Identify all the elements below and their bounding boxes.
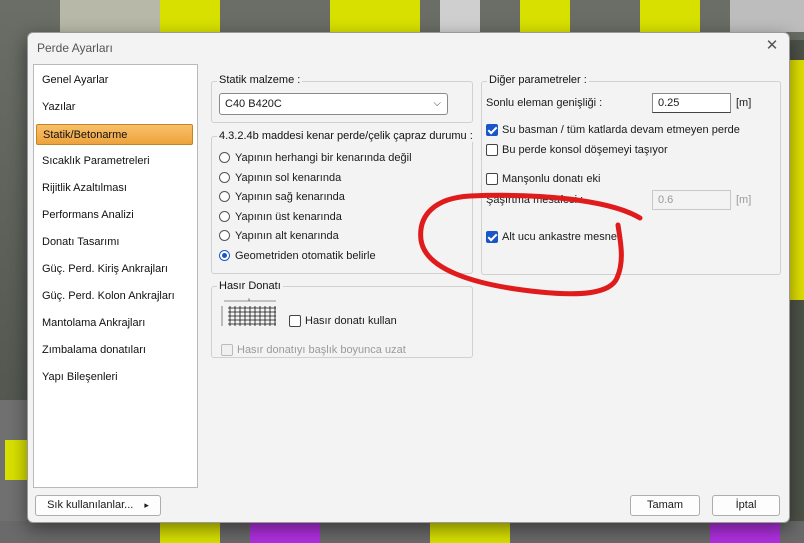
sidebar-item[interactable]: Sıcaklık Parametreleri	[36, 151, 193, 172]
static-material-label: Statik malzeme :	[217, 74, 303, 86]
fe-width-value: 0.25	[658, 97, 680, 109]
alt-ucu-checkbox[interactable]: Alt ucu ankastre mesnet	[486, 229, 620, 245]
edge-position-radio[interactable]: Yapının alt kenarında	[219, 228, 339, 244]
su-basman-label: Su basman / tüm katlarda devam etmeyen p…	[502, 124, 740, 136]
sidebar-item[interactable]: Güç. Perd. Kiriş Ankrajları	[36, 259, 193, 280]
sidebar-item[interactable]: Güç. Perd. Kolon Ankrajları	[36, 286, 193, 307]
radio-dot	[219, 230, 230, 241]
sidebar-item[interactable]: Yazılar	[36, 97, 193, 118]
spacing-input[interactable]: 0.6	[652, 190, 731, 210]
edge-position-label: 4.3.2.4b maddesi kenar perde/çelik çapra…	[217, 130, 475, 142]
close-icon[interactable]: ✕	[763, 37, 781, 55]
sidebar-item[interactable]: Donatı Tasarımı	[36, 232, 193, 253]
sidebar-nav: Genel Ayarlar Yazılar Statik/Betonarme Sıca…	[33, 64, 198, 488]
static-material-value: C40 B420C	[225, 98, 282, 110]
settings-dialog: Perde Ayarları ✕ Genel Ayarlar Yazılar Sta…	[27, 32, 790, 523]
favorites-button[interactable]: Sık kullanılanlar... ▸	[35, 495, 161, 516]
static-material-select[interactable]: C40 B420C ⌵	[219, 93, 448, 115]
edge-position-radio[interactable]: Yapının sağ kenarında	[219, 189, 345, 205]
sidebar-item[interactable]: Yapı Bileşenleri	[36, 367, 193, 388]
extend-mesh-label: Hasır donatıyı başlık boyunca uzat	[237, 344, 406, 356]
konsol-box	[486, 144, 498, 156]
radio-dot	[219, 249, 230, 261]
konsol-checkbox[interactable]: Bu perde konsol döşemeyi taşıyor	[486, 142, 668, 158]
main-panel: Statik malzeme : C40 B420C ⌵ 4.3.2.4b ma…	[211, 64, 781, 484]
cancel-button[interactable]: İptal	[712, 495, 780, 516]
ok-button[interactable]: Tamam	[630, 495, 700, 516]
chevron-right-icon: ▸	[144, 500, 149, 510]
svg-text:0: 0	[248, 298, 251, 302]
use-mesh-checkbox[interactable]: Hasır donatı kullan	[289, 313, 397, 329]
radio-dot	[219, 152, 230, 163]
mesh-icon: 0	[221, 298, 276, 326]
window-title: Perde Ayarları	[37, 41, 113, 55]
alt-ucu-box	[486, 231, 498, 243]
radio-label: Yapının üst kenarında	[235, 210, 342, 223]
radio-label: Geometriden otomatik belirle	[235, 249, 376, 262]
mansonlu-box	[486, 173, 498, 185]
spacing-value: 0.6	[658, 194, 674, 206]
spacing-unit: [m]	[736, 194, 752, 206]
radio-label: Yapının sol kenarında	[235, 171, 342, 184]
su-basman-checkbox[interactable]: Su basman / tüm katlarda devam etmeyen p…	[486, 122, 740, 138]
sidebar-item[interactable]: Zımbalama donatıları	[36, 340, 193, 361]
use-mesh-box	[289, 315, 301, 327]
title-bar: Perde Ayarları ✕	[28, 33, 789, 61]
chevron-down-icon: ⌵	[433, 98, 441, 109]
fe-width-unit: [m]	[736, 97, 752, 109]
sidebar-item[interactable]: Statik/Betonarme	[36, 124, 193, 145]
other-params-label: Diğer parametreler :	[487, 74, 589, 86]
konsol-label: Bu perde konsol döşemeyi taşıyor	[502, 144, 668, 156]
favorites-label: Sık kullanılanlar...	[47, 499, 134, 511]
sidebar-item[interactable]: Rijitlik Azaltılması	[36, 178, 193, 199]
su-basman-box	[486, 124, 498, 136]
fe-width-input[interactable]: 0.25	[652, 93, 731, 113]
edge-position-radio[interactable]: Yapının herhangi bir kenarında değil	[219, 150, 412, 166]
cancel-label: İptal	[735, 499, 757, 511]
mansonlu-checkbox[interactable]: Manşonlu donatı eki	[486, 171, 600, 187]
edge-position-radio[interactable]: Yapının üst kenarında	[219, 209, 342, 225]
alt-ucu-label: Alt ucu ankastre mesnet	[502, 231, 621, 243]
sidebar-item[interactable]: Performans Analizi	[36, 205, 193, 226]
extend-mesh-box	[221, 344, 233, 356]
radio-label: Yapının sağ kenarında	[235, 191, 345, 203]
radio-dot	[219, 210, 230, 222]
ok-label: Tamam	[646, 499, 684, 511]
use-mesh-label: Hasır donatı kullan	[305, 315, 397, 327]
radio-dot	[219, 171, 230, 183]
extend-mesh-checkbox[interactable]: Hasır donatıyı başlık boyunca uzat	[221, 342, 406, 358]
sidebar-item[interactable]: Genel Ayarlar	[36, 70, 193, 91]
radio-label: Yapının herhangi bir kenarında değil	[235, 152, 412, 164]
edge-position-radio[interactable]: Geometriden otomatik belirle	[219, 248, 376, 264]
fe-width-label: Sonlu eleman genişliği :	[486, 97, 603, 109]
radio-dot	[219, 191, 230, 202]
spacing-label: Şaşırtma mesafesi :	[486, 194, 584, 206]
mesh-reinforcement-label: Hasır Donatı	[217, 280, 283, 292]
edge-position-radio[interactable]: Yapının sol kenarında	[219, 170, 341, 186]
radio-label: Yapının alt kenarında	[235, 230, 339, 242]
sidebar-item[interactable]: Mantolama Ankrajları	[36, 313, 193, 334]
mansonlu-label: Manşonlu donatı eki	[502, 173, 601, 185]
